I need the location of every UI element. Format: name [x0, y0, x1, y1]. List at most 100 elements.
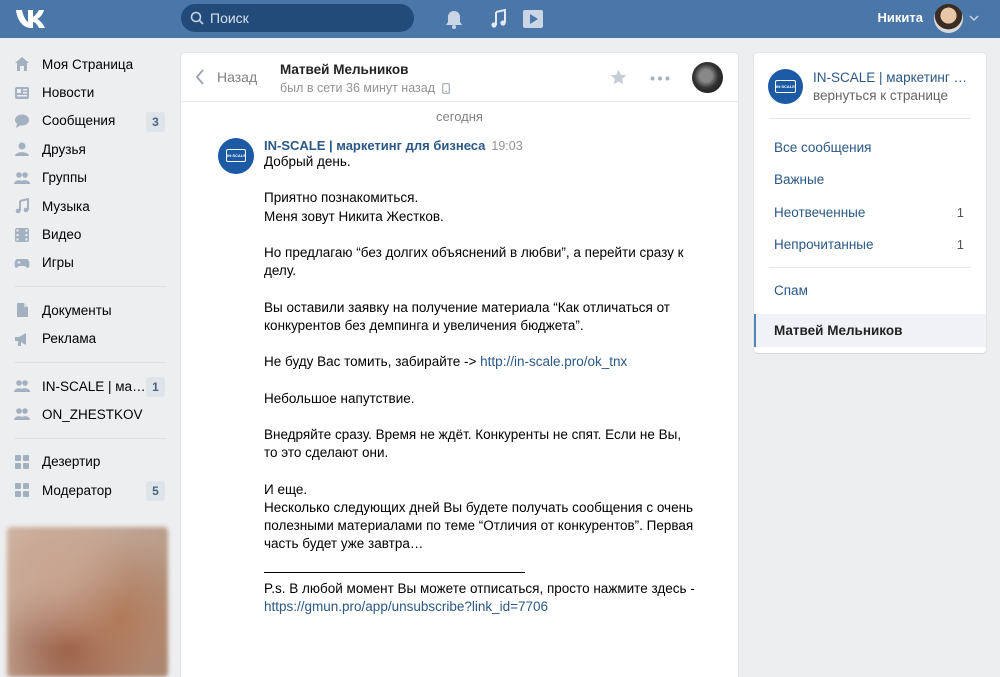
contact-avatar[interactable]	[692, 62, 723, 93]
video-icon	[15, 227, 29, 242]
nav-item-messages[interactable]: Сообщения 3	[0, 107, 180, 135]
message-line: И еще.	[264, 481, 308, 497]
filter-divider	[769, 267, 971, 268]
documents-icon	[17, 303, 28, 318]
nav-item-app-dezertir[interactable]: Дезертир	[0, 448, 180, 476]
nav-item-games[interactable]: Игры	[0, 249, 180, 277]
filter-all-messages[interactable]: Все сообщения	[754, 131, 986, 164]
search-bar[interactable]: Поиск	[181, 4, 414, 32]
message-author[interactable]: IN-SCALE | маркетинг для бизнеса	[264, 138, 485, 153]
nav-item-app-moderator[interactable]: Модератор 5	[0, 476, 180, 504]
nav-divider	[14, 437, 166, 439]
contact-status: был в сети 36 минут назад	[280, 81, 450, 95]
filter-count: 1	[956, 237, 964, 253]
nav-label: Видео	[42, 227, 82, 243]
message: IN·SCALE IN-SCALE | маркетинг для бизнес…	[181, 138, 738, 616]
mobile-phone-icon	[442, 82, 450, 94]
chevron-down-icon[interactable]	[969, 13, 979, 23]
date-divider: сегодня	[436, 109, 483, 124]
community-count-badge: 1	[146, 376, 165, 397]
home-icon	[15, 57, 29, 72]
filter-important[interactable]: Важные	[754, 164, 986, 197]
nav-label: Друзья	[42, 141, 86, 157]
filter-unread[interactable]: Непрочитанные 1	[754, 229, 986, 262]
message-time: 19:03	[491, 139, 523, 153]
nav-item-ads[interactable]: Реклама	[0, 325, 180, 353]
more-options-icon[interactable]	[650, 76, 670, 81]
material-link[interactable]: http://in-scale.pro/ok_tnx	[480, 354, 627, 369]
contact-name[interactable]: Матвей Мельников	[280, 62, 408, 77]
filter-count: 1	[956, 204, 964, 220]
message-paragraph: P.s. В любой момент Вы можете отписаться…	[264, 580, 698, 616]
nav-item-music[interactable]: Музыка	[0, 192, 180, 220]
nav-label: IN-SCALE | маркетинг для бизнеса	[42, 378, 147, 394]
ads-icon	[15, 332, 26, 346]
user-avatar[interactable]	[934, 4, 963, 33]
filter-unanswered[interactable]: Неотвеченные 1	[754, 196, 986, 229]
message-body: Добрый день. Приятно познакомиться. Меня…	[264, 153, 698, 616]
message-paragraph: Но предлагаю “без долгих объяснений в лю…	[264, 244, 684, 279]
top-bar: Поиск Никита	[0, 0, 1000, 38]
moderator-count-badge: 5	[146, 481, 165, 502]
notifications-bell-icon[interactable]	[443, 8, 465, 30]
filter-spam[interactable]: Спам	[754, 274, 986, 307]
user-name[interactable]: Никита	[878, 10, 923, 25]
music-note-icon[interactable]	[488, 8, 510, 30]
sender-avatar[interactable]: IN·SCALE	[218, 138, 254, 174]
filter-label: Все сообщения	[774, 139, 872, 155]
nav-divider	[14, 361, 166, 363]
nav-item-video[interactable]: Видео	[0, 220, 180, 248]
music-icon	[15, 198, 29, 214]
active-conversation-name: Матвей Мельников	[774, 323, 903, 338]
blurred-ad-image[interactable]	[7, 527, 168, 677]
nav-item-documents[interactable]: Документы	[0, 296, 180, 324]
news-icon	[15, 86, 29, 99]
nav-label: Новости	[42, 85, 95, 101]
nav-label: Дезертир	[42, 454, 101, 470]
unsubscribe-link[interactable]: https://gmun.pro/app/unsubscribe?link_id…	[264, 599, 548, 614]
message-paragraph: Не буду Вас томить, забирайте -> http://…	[264, 353, 698, 371]
back-button[interactable]: Назад	[195, 69, 257, 85]
star-icon[interactable]	[610, 69, 627, 86]
nav-item-community-zhestkov[interactable]: ON_ZHESTKOV	[0, 400, 180, 428]
nav-label: Музыка	[42, 198, 90, 214]
message-line: Несколько следующих дней Вы будете получ…	[264, 499, 694, 552]
group-avatar[interactable]: IN·SCALE	[768, 69, 803, 104]
conversation-filters-panel: IN·SCALE IN-SCALE | маркетинг для бизнес…	[754, 53, 986, 353]
nav-item-my-page[interactable]: Моя Страница	[0, 50, 180, 78]
nav-item-community-inscale[interactable]: IN-SCALE | маркетинг для бизнеса 1	[0, 372, 180, 400]
chevron-left-icon	[195, 69, 204, 85]
active-conversation[interactable]: Матвей Мельников	[754, 314, 986, 347]
message-greeting: Добрый день.	[264, 154, 351, 169]
message-text: P.s. В любой момент Вы можете отписаться…	[264, 580, 695, 596]
nav-item-friends[interactable]: Друзья	[0, 135, 180, 163]
message-paragraph: Внедряйте сразу. Время не ждёт. Конкурен…	[264, 426, 682, 461]
nav-item-news[interactable]: Новости	[0, 78, 180, 106]
signature-divider	[264, 571, 525, 573]
nav-label: Игры	[42, 255, 74, 271]
filter-label: Непрочитанные	[774, 237, 874, 253]
vk-logo[interactable]	[14, 6, 48, 32]
back-to-page-link[interactable]: вернуться к странице	[813, 88, 948, 103]
messages-count-badge: 3	[146, 111, 165, 132]
messages-icon	[15, 114, 29, 128]
group-name[interactable]: IN-SCALE | маркетинг для бизнеса	[813, 70, 973, 85]
nav-label: Документы	[42, 302, 112, 318]
apps-icon	[15, 483, 29, 498]
message-paragraph: Приятно познакомиться. Меня зовут Никита…	[264, 189, 698, 225]
filter-list: Все сообщения Важные Неотвеченные 1 Непр…	[754, 119, 986, 261]
message-paragraph: Небольшое напутствие.	[264, 390, 415, 406]
search-placeholder[interactable]: Поиск	[210, 10, 249, 26]
play-icon[interactable]	[522, 8, 544, 30]
chat-panel: Назад Матвей Мельников был в сети 36 мин…	[181, 53, 738, 677]
message-line: Меня зовут Никита Жестков.	[264, 208, 444, 224]
nav-item-groups[interactable]: Группы	[0, 164, 180, 192]
message-header: IN-SCALE | маркетинг для бизнеса 19:03	[264, 138, 698, 153]
message-text: Не буду Вас томить, забирайте ->	[264, 354, 481, 370]
nav-label: Реклама	[42, 331, 97, 347]
sender-avatar-logo: IN·SCALE	[226, 149, 246, 162]
community-icon	[14, 380, 30, 393]
nav-divider	[14, 286, 166, 288]
message-paragraph: И еще. Несколько следующих дней Вы будет…	[264, 481, 698, 554]
friends-icon	[15, 142, 29, 157]
